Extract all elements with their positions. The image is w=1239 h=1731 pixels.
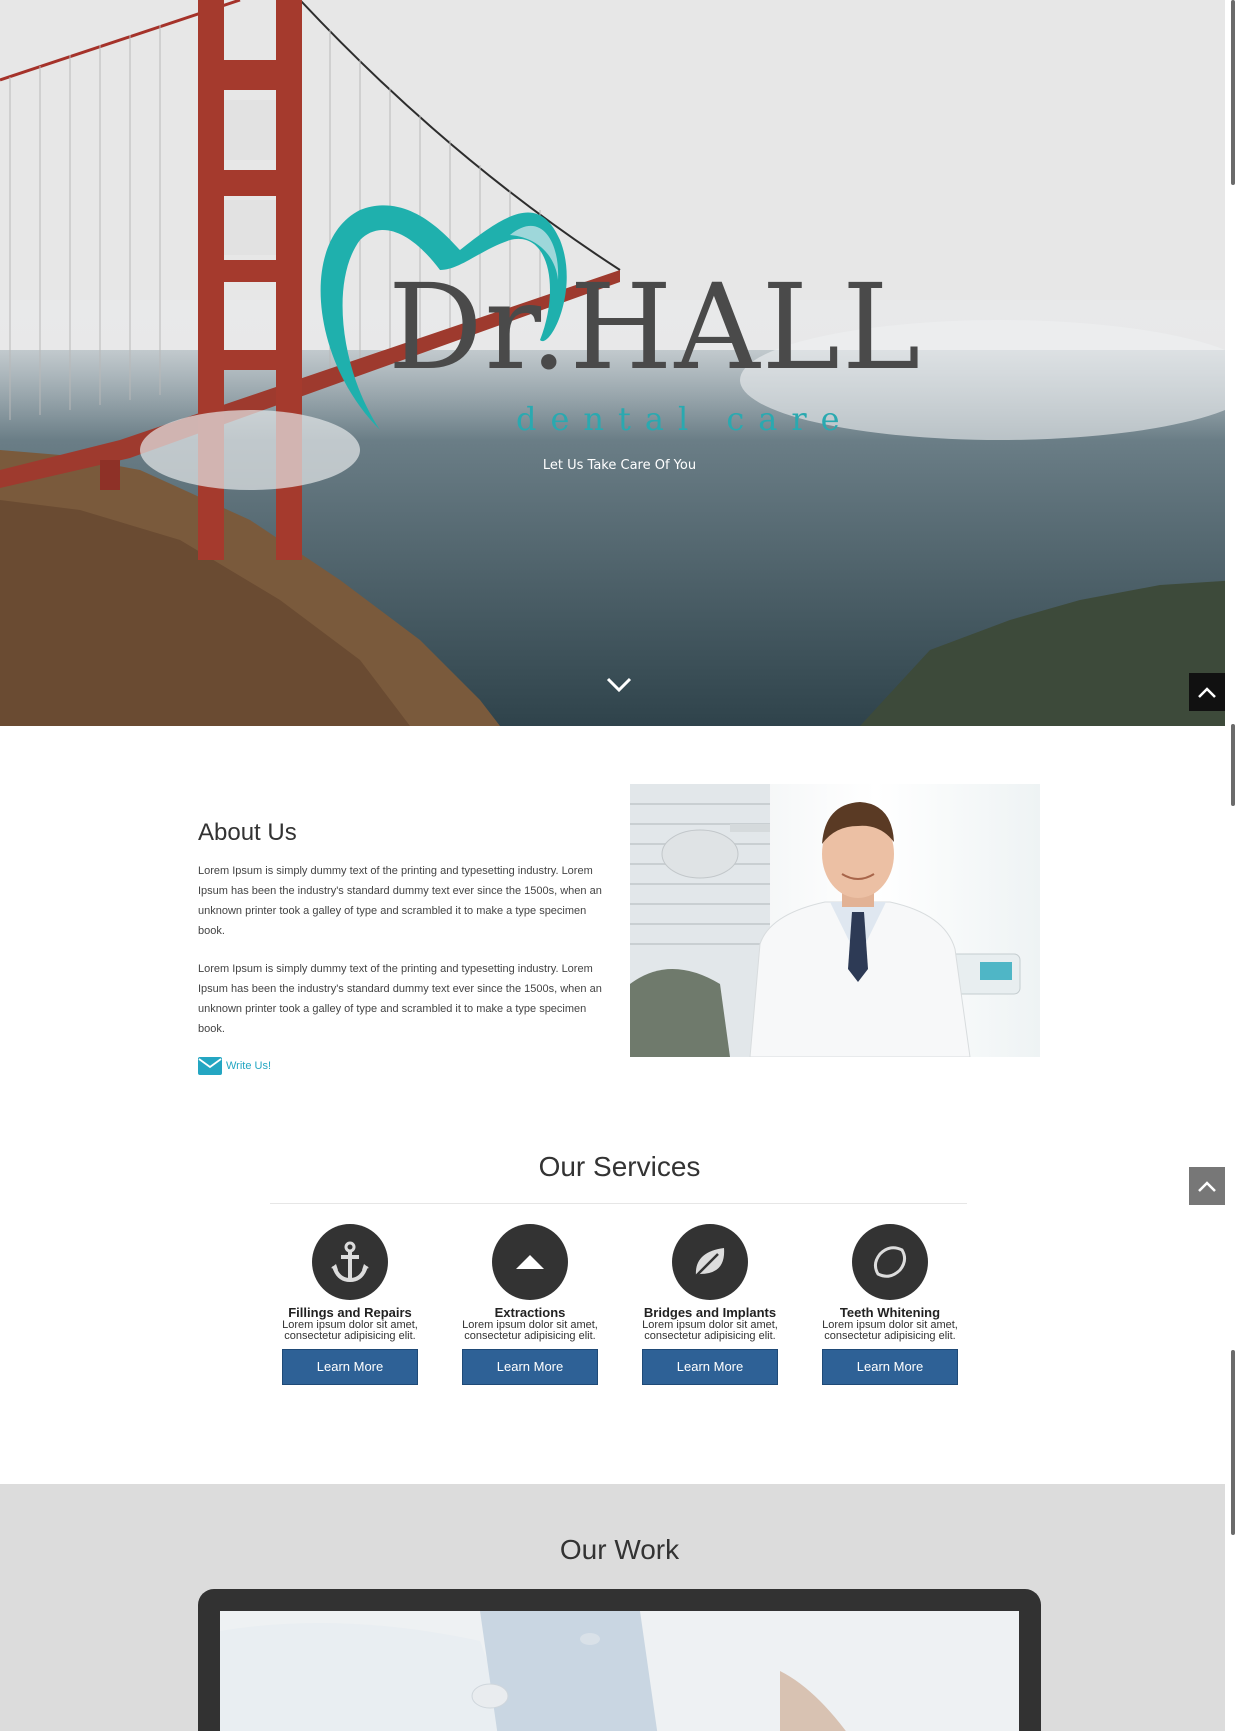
learn-more-button[interactable]: Learn More [822, 1349, 958, 1385]
learn-more-button[interactable]: Learn More [462, 1349, 598, 1385]
about-section: About Us Lorem Ipsum is simply dummy tex… [0, 726, 1239, 1126]
hero-tagline: Let Us Take Care Of You [542, 458, 697, 473]
dentist-photo [630, 784, 1040, 1057]
page-scrollbar[interactable] [1225, 0, 1239, 1731]
about-paragraph: Lorem Ipsum is simply dummy text of the … [198, 865, 602, 937]
back-to-top-button[interactable] [1189, 1167, 1225, 1205]
leaf-icon [672, 1224, 748, 1300]
back-to-top-button[interactable] [1189, 673, 1225, 711]
about-paragraph: Lorem Ipsum is simply dummy text of the … [198, 963, 602, 1035]
device-mockup [198, 1589, 1041, 1731]
chevron-up-icon [1198, 1181, 1216, 1192]
services-section: Our Services Fillings and Repairs Lorem … [0, 1126, 1239, 1484]
work-section: Our Work [0, 1484, 1239, 1731]
service-card-whitening: Teeth Whitening Lorem ipsum dolor sit am… [810, 1224, 970, 1385]
scrollbar-thumb[interactable] [1231, 0, 1235, 185]
service-name: Fillings and Repairs [288, 1305, 412, 1320]
learn-more-button[interactable]: Learn More [282, 1349, 418, 1385]
work-title: Our Work [559, 1534, 680, 1565]
services-title: Our Services [538, 1151, 701, 1182]
service-name: Bridges and Implants [643, 1305, 777, 1320]
service-description: Lorem ipsum dolor sit amet, consectetur … [642, 1319, 778, 1342]
lemon-icon [852, 1224, 928, 1300]
service-card-bridges: Bridges and Implants Lorem ipsum dolor s… [630, 1224, 790, 1385]
logo-title: Dr.HALL [388, 258, 923, 396]
chevron-up-icon [1198, 687, 1216, 698]
services-divider [270, 1203, 967, 1204]
service-name: Teeth Whitening [839, 1305, 941, 1320]
work-screenshot [220, 1611, 1019, 1731]
service-card-fillings: Fillings and Repairs Lorem ipsum dolor s… [270, 1224, 430, 1385]
service-card-extractions: Extractions Lorem ipsum dolor sit amet, … [450, 1224, 610, 1385]
triangle-up-icon [492, 1224, 568, 1300]
logo-subtitle: dental care [516, 400, 854, 438]
about-text-block: About Us Lorem Ipsum is simply dummy tex… [198, 819, 603, 1075]
scrollbar-segment [1231, 1350, 1235, 1535]
service-name: Extractions [494, 1305, 566, 1320]
dr-hall-logo: Dr.HALL dental care [310, 200, 930, 440]
anchor-icon [312, 1224, 388, 1300]
write-us-label: Write Us! [226, 1060, 272, 1072]
service-description: Lorem ipsum dolor sit amet, consectetur … [282, 1319, 418, 1342]
chevron-down-icon[interactable] [605, 676, 633, 694]
about-title: About Us [198, 819, 297, 846]
service-description: Lorem ipsum dolor sit amet, consectetur … [462, 1319, 598, 1342]
service-description: Lorem ipsum dolor sit amet, consectetur … [822, 1319, 958, 1342]
scrollbar-segment [1231, 724, 1235, 806]
write-us-link[interactable]: Write Us! [198, 1057, 603, 1075]
envelope-icon [198, 1057, 222, 1075]
learn-more-button[interactable]: Learn More [642, 1349, 778, 1385]
hero-section: Dr.HALL dental care Let Us Take Care Of … [0, 0, 1239, 726]
